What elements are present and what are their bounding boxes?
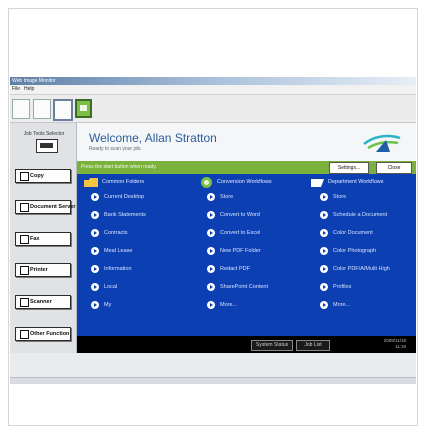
arrow-icon <box>320 229 328 237</box>
brand-logo-icon <box>363 134 401 152</box>
welcome-subtitle: Ready to scan your job. <box>89 146 142 152</box>
printer-icon <box>20 266 29 275</box>
application-window: Web Image Monitor File Help Job Tools Se… <box>10 77 416 381</box>
screenshot-frame: Web Image Monitor File Help Job Tools Se… <box>8 8 418 426</box>
folder-icon <box>84 178 98 187</box>
scanner-icon <box>20 298 29 307</box>
arrow-icon <box>91 265 99 273</box>
arrow-icon <box>207 265 215 273</box>
sidebar-title: Job Tools Selector <box>23 131 65 137</box>
close-button[interactable]: Close <box>376 162 412 174</box>
instruction-message: Press the start button when ready. <box>81 164 157 170</box>
arrow-icon <box>207 301 215 309</box>
divider <box>10 377 416 384</box>
job-tools-icon <box>36 139 58 153</box>
copy-button[interactable]: Copy <box>15 169 71 183</box>
document-icon[interactable] <box>33 99 51 119</box>
column-header-department-workflows: Department Workflows <box>328 179 384 185</box>
other-function-button[interactable]: Other Function <box>15 327 71 341</box>
arrow-icon <box>320 265 328 273</box>
other-function-icon <box>20 330 29 339</box>
menu-bar: File Help <box>10 85 416 95</box>
time-text: 11:18 <box>395 344 406 349</box>
job-list-button[interactable]: Job List <box>296 340 330 351</box>
welcome-title: Welcome, Allan Stratton <box>89 131 217 145</box>
arrow-icon <box>320 193 328 201</box>
arrow-icon <box>207 211 215 219</box>
system-status-button[interactable]: System Status <box>251 340 293 351</box>
arrow-icon <box>207 247 215 255</box>
printer-button[interactable]: Printer <box>15 263 71 277</box>
arrow-icon <box>91 247 99 255</box>
column-header-conversion-workflows: Conversion Workflows <box>217 179 272 185</box>
arrow-icon <box>320 247 328 255</box>
arrow-icon <box>91 211 99 219</box>
instruction-bar: Press the start button when ready. Setti… <box>77 161 416 174</box>
scan-icon[interactable] <box>12 99 30 119</box>
document-server-button[interactable]: Document Server <box>15 200 76 214</box>
arrow-icon <box>320 211 328 219</box>
arrow-icon <box>320 283 328 291</box>
copy-icon <box>20 172 29 181</box>
document-server-icon <box>20 203 29 212</box>
fax-button[interactable]: Fax <box>15 232 71 246</box>
fax-icon <box>20 235 29 244</box>
arrow-icon <box>207 229 215 237</box>
toolbar <box>10 95 416 123</box>
arrow-icon <box>207 193 215 201</box>
function-sidebar: Job Tools Selector Copy Document Server … <box>10 123 77 381</box>
window-titlebar: Web Image Monitor <box>10 77 416 85</box>
panel-icon[interactable] <box>75 99 92 118</box>
scanner-button[interactable]: Scanner <box>15 295 71 309</box>
datetime: 2009/11/18 11:18 <box>384 338 406 350</box>
status-bar: System Status Job List 2009/11/18 11:18 <box>77 336 416 353</box>
arrow-icon <box>91 193 99 201</box>
menu-help[interactable]: Help <box>24 86 34 92</box>
welcome-header: Welcome, Allan Stratton Ready to scan yo… <box>77 123 416 161</box>
arrow-icon <box>207 283 215 291</box>
settings-button[interactable]: Settings... <box>329 162 369 174</box>
workflow-panel: Common Folders Current Desktop Bank Stat… <box>77 174 416 336</box>
column-header-common-folders: Common Folders <box>102 179 145 185</box>
conversion-workflow-icon <box>201 177 212 188</box>
arrow-icon <box>91 229 99 237</box>
arrow-icon <box>320 301 328 309</box>
menu-file[interactable]: File <box>12 86 20 92</box>
arrow-icon <box>91 301 99 309</box>
user-icon[interactable] <box>53 99 73 121</box>
window-title: Web Image Monitor <box>12 78 56 84</box>
arrow-icon <box>91 283 99 291</box>
department-workflow-icon <box>311 179 324 187</box>
